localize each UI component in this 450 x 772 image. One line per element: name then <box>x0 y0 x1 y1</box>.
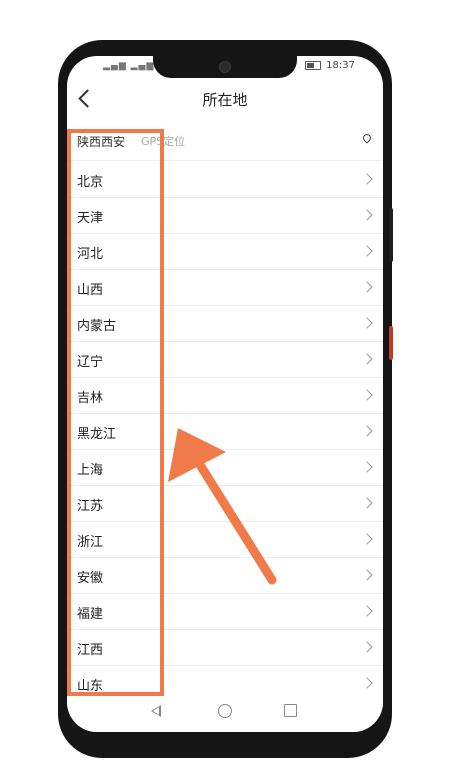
annotation-arrow-icon <box>168 428 277 585</box>
